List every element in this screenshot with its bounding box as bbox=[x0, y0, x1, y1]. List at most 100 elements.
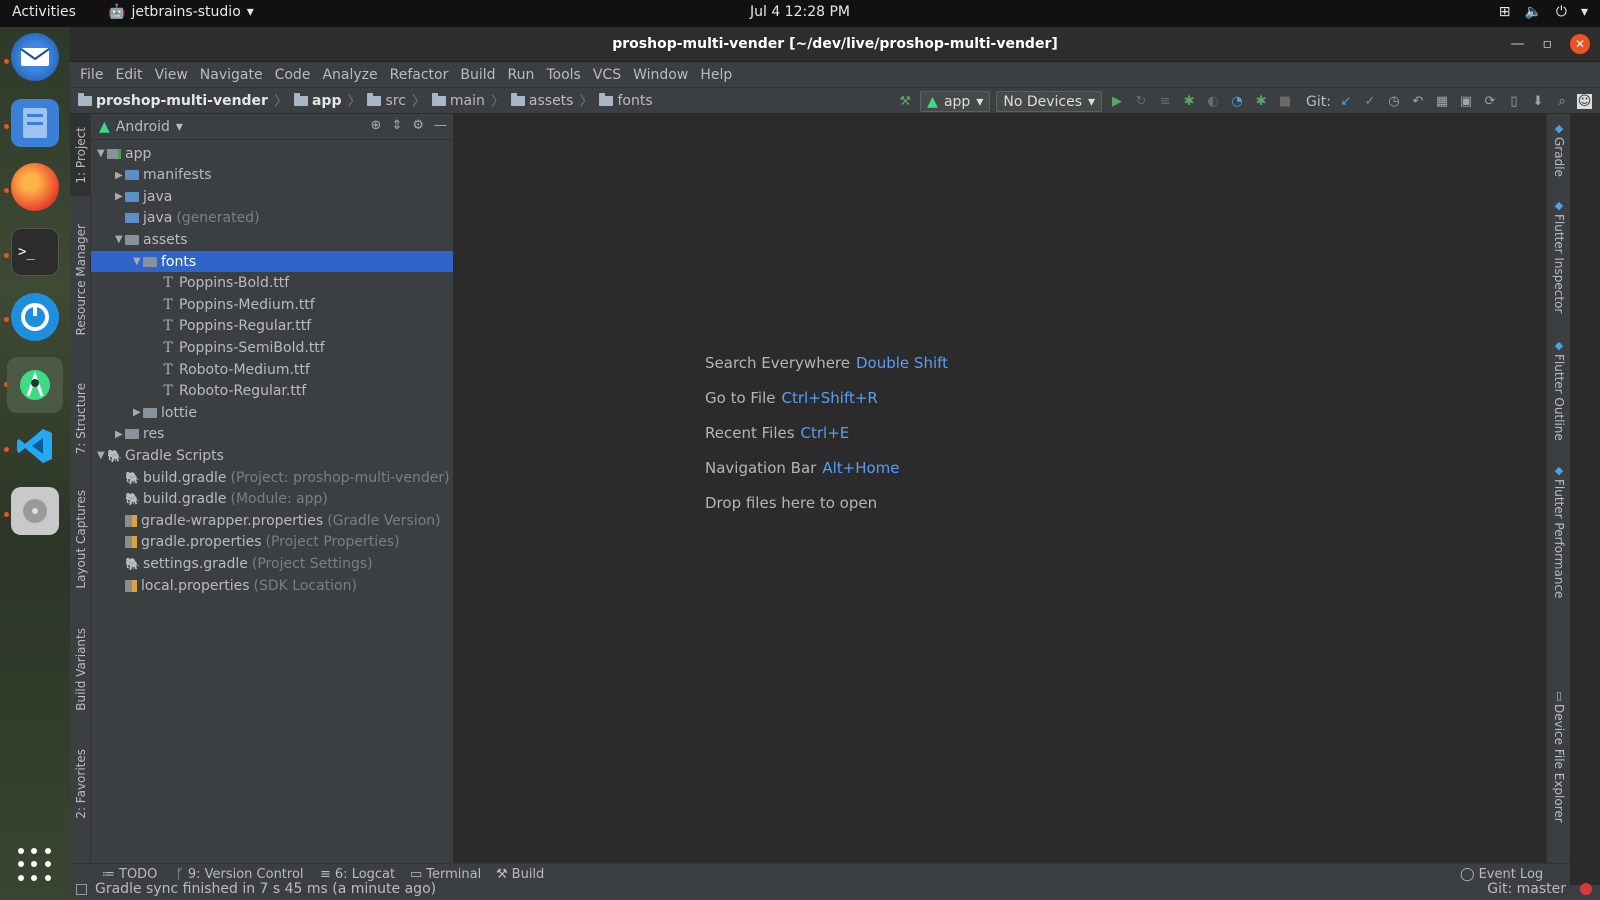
app-menu[interactable]: 🤖 jetbrains-studio ▾ bbox=[108, 4, 254, 20]
toggle-tool-windows-icon[interactable] bbox=[76, 884, 87, 895]
network-icon[interactable]: ⊞ bbox=[1499, 4, 1511, 20]
menu-window[interactable]: Window bbox=[627, 67, 694, 83]
tab-terminal[interactable]: ▭ Terminal bbox=[410, 867, 481, 882]
tree-item[interactable]: ▼ fonts bbox=[91, 251, 453, 272]
collapse-all-icon[interactable]: ⇕ bbox=[391, 118, 402, 133]
tab-todo[interactable]: ≔ TODO bbox=[102, 867, 157, 882]
tree-item[interactable]: T Poppins-Medium.ttf bbox=[91, 294, 453, 315]
tree-item[interactable]: 🐘 settings.gradle (Project Settings) bbox=[91, 553, 453, 574]
device-select[interactable]: No Devices ▾ bbox=[996, 91, 1103, 112]
collapsed-arrow-icon[interactable]: ▶ bbox=[115, 429, 125, 440]
menu-vcs[interactable]: VCS bbox=[587, 67, 627, 83]
tree-item[interactable]: local.properties (SDK Location) bbox=[91, 575, 453, 596]
close-icon[interactable]: ✕ bbox=[1570, 34, 1590, 54]
chevron-down-icon[interactable]: ▾ bbox=[176, 119, 183, 135]
locate-icon[interactable]: ⊕ bbox=[371, 118, 382, 133]
firefox-icon[interactable] bbox=[11, 163, 59, 211]
tab-layout-captures[interactable]: Layout Captures bbox=[70, 479, 91, 599]
vscode-icon[interactable] bbox=[11, 422, 59, 470]
stop-icon[interactable]: ■ bbox=[1276, 93, 1294, 111]
breadcrumb-item[interactable]: proshop-multi-vender bbox=[78, 92, 268, 109]
menu-tools[interactable]: Tools bbox=[540, 67, 587, 83]
tree-item[interactable]: ▶ res bbox=[91, 424, 453, 445]
breadcrumb-item[interactable]: fonts bbox=[599, 92, 653, 109]
avd-manager-icon[interactable]: ▯ bbox=[1505, 93, 1523, 111]
breadcrumb-item[interactable]: assets bbox=[510, 92, 573, 109]
git-branch-widget[interactable]: Git: master bbox=[1487, 881, 1566, 897]
thunderbird-icon[interactable] bbox=[11, 33, 59, 81]
menu-build[interactable]: Build bbox=[454, 67, 501, 83]
tab-build-variants[interactable]: Build Variants bbox=[70, 619, 91, 719]
menu-help[interactable]: Help bbox=[694, 67, 738, 83]
error-indicator-icon[interactable] bbox=[1580, 883, 1592, 895]
sync-gradle-icon[interactable]: ⟳ bbox=[1481, 93, 1499, 111]
sdk-manager-icon[interactable]: ▣ bbox=[1457, 93, 1475, 111]
tab-structure[interactable]: 7: Structure bbox=[70, 374, 91, 464]
show-applications-icon[interactable] bbox=[18, 848, 52, 882]
menu-file[interactable]: File bbox=[74, 67, 109, 83]
system-tray[interactable]: ⊞ 🔈 ⏻ ▾ bbox=[1499, 4, 1588, 20]
breadcrumb-item[interactable]: main bbox=[431, 92, 485, 109]
expanded-arrow-icon[interactable]: ▼ bbox=[115, 234, 125, 245]
tree-item[interactable]: 🐘 build.gradle (Module: app) bbox=[91, 489, 453, 510]
menu-view[interactable]: View bbox=[149, 67, 194, 83]
tab-project[interactable]: 1: Project bbox=[70, 114, 91, 196]
expanded-arrow-icon[interactable]: ▼ bbox=[97, 450, 107, 461]
tree-item[interactable]: gradle-wrapper.properties (Gradle Version… bbox=[91, 510, 453, 531]
project-structure-icon[interactable]: ▦ bbox=[1433, 93, 1451, 111]
disk-icon[interactable] bbox=[11, 487, 59, 535]
tree-item[interactable]: ▼ assets bbox=[91, 229, 453, 250]
collapsed-arrow-icon[interactable]: ▶ bbox=[115, 170, 125, 181]
activities-button[interactable]: Activities bbox=[12, 4, 76, 20]
status-message[interactable]: Gradle sync finished in 7 s 45 ms (a min… bbox=[95, 881, 436, 897]
menu-code[interactable]: Code bbox=[269, 67, 317, 83]
user-icon[interactable]: ☺ bbox=[1577, 94, 1592, 109]
attach-debugger-icon[interactable]: ✱ bbox=[1252, 93, 1270, 111]
tree-item[interactable]: java (generated) bbox=[91, 208, 453, 229]
menu-refactor[interactable]: Refactor bbox=[384, 67, 455, 83]
collapsed-arrow-icon[interactable]: ▶ bbox=[115, 191, 125, 202]
run-icon[interactable]: ▶ bbox=[1108, 93, 1126, 111]
menu-analyze[interactable]: Analyze bbox=[316, 67, 383, 83]
apply-code-changes-icon[interactable]: ≡ bbox=[1156, 93, 1174, 111]
vcs-update-icon[interactable]: ↙ bbox=[1337, 93, 1355, 111]
tab-device-file-explorer[interactable]: ▯ Device File Explorer bbox=[1547, 689, 1571, 823]
hide-icon[interactable]: — bbox=[434, 118, 447, 133]
tree-item[interactable]: T Poppins-SemiBold.ttf bbox=[91, 337, 453, 358]
tab-gradle[interactable]: ◆ Gradle bbox=[1547, 122, 1571, 177]
project-view-select[interactable]: Android bbox=[116, 119, 170, 135]
tree-item[interactable]: ▶ manifests bbox=[91, 165, 453, 186]
volume-icon[interactable]: 🔈 bbox=[1524, 4, 1541, 20]
timeshift-icon[interactable] bbox=[11, 293, 59, 341]
power-icon[interactable]: ⏻ bbox=[1556, 4, 1567, 20]
tab-resource-manager[interactable]: Resource Manager bbox=[70, 210, 91, 350]
expanded-arrow-icon[interactable]: ▼ bbox=[97, 148, 107, 159]
tab-build[interactable]: ⚒ Build bbox=[496, 867, 544, 882]
tab-flutter-outline[interactable]: ◆ Flutter Outline bbox=[1547, 339, 1571, 441]
tree-item[interactable]: ▼ 🐘 Gradle Scripts bbox=[91, 445, 453, 466]
files-icon[interactable] bbox=[11, 99, 59, 147]
window-titlebar[interactable]: proshop-multi-vender [~/dev/live/proshop… bbox=[70, 27, 1600, 62]
profile-icon[interactable]: ◔ bbox=[1228, 93, 1246, 111]
android-studio-icon[interactable] bbox=[7, 357, 63, 413]
tree-item[interactable]: 🐘 build.gradle (Project: proshop-multi-ven… bbox=[91, 467, 453, 488]
sdk-download-icon[interactable]: ⬇ bbox=[1529, 93, 1547, 111]
collapsed-arrow-icon[interactable]: ▶ bbox=[133, 407, 143, 418]
tree-item[interactable]: T Poppins-Bold.ttf bbox=[91, 273, 453, 294]
expanded-arrow-icon[interactable]: ▼ bbox=[133, 256, 143, 267]
tree-item[interactable]: ▶ lottie bbox=[91, 402, 453, 423]
tree-item[interactable]: ▶ java bbox=[91, 186, 453, 207]
tree-item[interactable]: T Roboto-Regular.ttf bbox=[91, 381, 453, 402]
make-project-icon[interactable]: ⚒ bbox=[896, 93, 914, 111]
tab-logcat[interactable]: ≡ 6: Logcat bbox=[320, 867, 395, 882]
maximize-icon[interactable]: ▫ bbox=[1543, 36, 1553, 52]
debug-icon[interactable]: ✱ bbox=[1180, 93, 1198, 111]
search-icon[interactable]: ⌕ bbox=[1553, 93, 1571, 111]
vcs-history-icon[interactable]: ◷ bbox=[1385, 93, 1403, 111]
menu-run[interactable]: Run bbox=[502, 67, 541, 83]
tab-flutter-inspector[interactable]: ◆ Flutter Inspector bbox=[1547, 199, 1571, 313]
tab-event-log[interactable]: ◯ Event Log bbox=[1460, 867, 1543, 882]
tab-version-control[interactable]: ᚴ 9: Version Control bbox=[176, 867, 304, 882]
tree-item[interactable]: T Poppins-Regular.ttf bbox=[91, 316, 453, 337]
vcs-commit-icon[interactable]: ✓ bbox=[1361, 93, 1379, 111]
